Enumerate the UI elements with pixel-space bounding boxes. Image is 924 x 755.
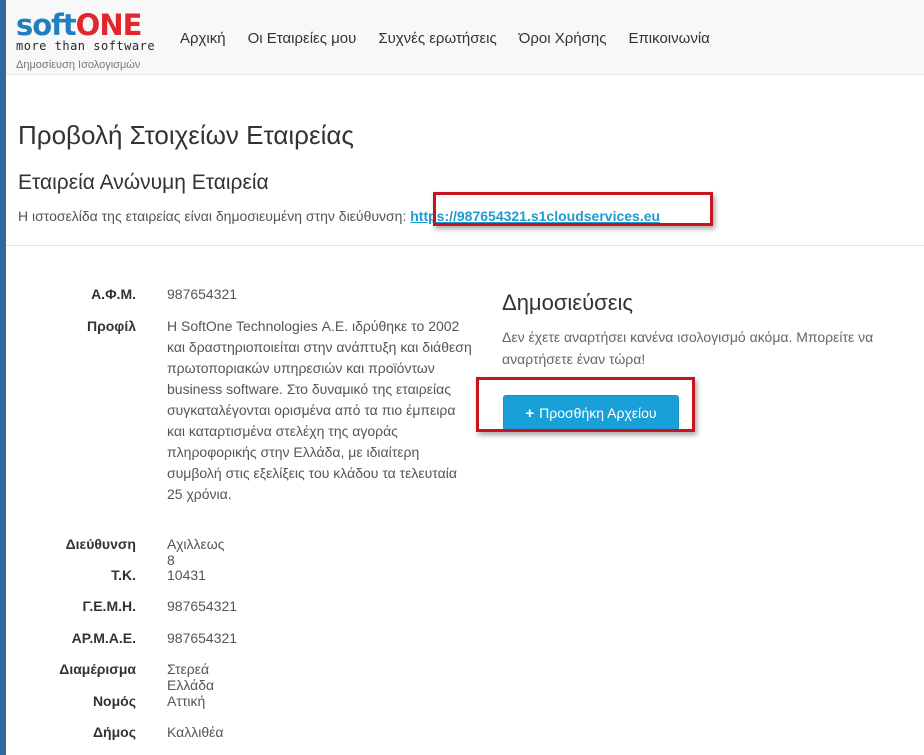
detail-label-prefecture: Νομός [92, 693, 136, 709]
detail-label-profile: Προφίλ [86, 318, 136, 334]
logo-wordmark: softONE [16, 10, 155, 40]
detail-label-gemi: Γ.Ε.Μ.Η. [82, 598, 136, 614]
company-title: Εταιρεία Ανώνυμη Εταιρεία [18, 171, 269, 194]
detail-label-postcode: Τ.Κ. [111, 567, 136, 583]
publications-empty-text: Δεν έχετε αναρτήσει κανένα ισολογισμό ακ… [502, 329, 874, 367]
detail-value-postcode: 10431 [167, 567, 206, 583]
url-highlight-box [433, 192, 713, 226]
detail-value-prefecture: Αττική [167, 693, 206, 709]
detail-label-afm: Α.Φ.Μ. [91, 286, 136, 302]
detail-value-municipality: Καλλιθέα [167, 724, 224, 740]
detail-value-armae: 987654321 [167, 630, 238, 646]
nav-faq[interactable]: Συχνές ερωτήσεις [378, 30, 496, 47]
nav-contact[interactable]: Επικοινωνία [628, 30, 709, 47]
main-nav: Αρχική Οι Εταιρείες μου Συχνές ερωτήσεις… [180, 30, 732, 47]
logo-soft-text: soft [16, 8, 77, 42]
detail-value-gemi: 987654321 [167, 598, 238, 614]
softone-logo[interactable]: softONE more than software Δημοσίευση Ισ… [16, 10, 155, 71]
browser-frame: softONE more than software Δημοσίευση Ισ… [6, 0, 924, 755]
logo-one-text: ONE [75, 8, 143, 42]
logo-tagline: more than software [16, 39, 156, 53]
detail-value-afm: 987654321 [167, 286, 238, 302]
nav-home[interactable]: Αρχική [180, 30, 226, 47]
detail-value-address: Αχιλλεως 8 [167, 536, 225, 568]
section-divider [6, 245, 924, 246]
nav-my-companies[interactable]: Οι Εταιρείες μου [248, 30, 357, 47]
button-highlight-box [476, 377, 695, 432]
publications-title: Δημοσιεύσεις [502, 290, 634, 315]
page-title: Προβολή Στοιχείων Εταιρείας [18, 120, 354, 150]
detail-label-address: Διεύθυνση [65, 536, 136, 552]
detail-value-region: Στερεά Ελλάδα [167, 661, 215, 693]
navbar: softONE more than software Δημοσίευση Ισ… [6, 0, 924, 75]
published-text: Η ιστοσελίδα της εταιρείας είναι δημοσιε… [18, 208, 407, 224]
detail-label-armae: ΑΡ.Μ.Α.Ε. [71, 630, 136, 646]
detail-value-profile: Η SoftOne Technologies Α.Ε. ιδρύθηκε το … [167, 318, 472, 502]
logo-subtitle: Δημοσίευση Ισολογισμών [16, 59, 141, 71]
detail-label-region: Διαμέρισμα [59, 661, 136, 677]
detail-label-municipality: Δήμος [92, 724, 136, 740]
nav-terms[interactable]: Όροι Χρήσης [519, 30, 607, 47]
